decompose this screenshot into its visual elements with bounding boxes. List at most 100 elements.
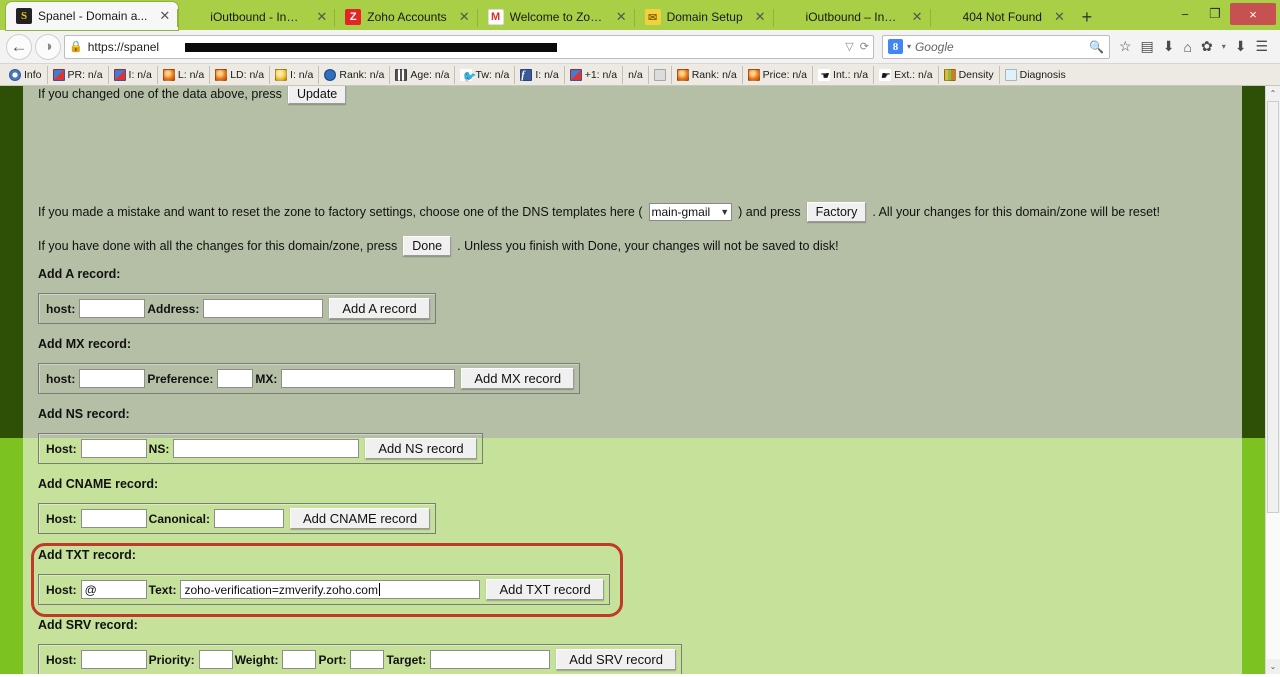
txt-text-value: zoho-verification=zmverify.zoho.com xyxy=(184,582,378,597)
seo-item-facebook[interactable]: f I: n/a xyxy=(515,65,565,84)
seo-item-index[interactable]: I: n/a xyxy=(109,65,158,84)
scrollbar-thumb[interactable] xyxy=(1267,101,1279,513)
seo-item-pr[interactable]: PR: n/a xyxy=(48,65,109,84)
back-button[interactable]: ← xyxy=(6,33,32,60)
cname-host-input[interactable] xyxy=(80,509,147,528)
seo-item-age[interactable]: Age: n/a xyxy=(390,65,456,84)
seo-item-plusone[interactable]: +1: n/a xyxy=(565,65,624,84)
factory-button[interactable]: Factory xyxy=(806,202,867,222)
mx-preference-input[interactable] xyxy=(217,369,254,388)
cname-canonical-input[interactable] xyxy=(214,509,285,528)
seo-item-links[interactable]: L: n/a xyxy=(158,65,211,84)
reader-icon[interactable]: ▤ xyxy=(1141,38,1154,55)
home-icon[interactable]: ⌂ xyxy=(1183,39,1191,55)
ns-host-input[interactable] xyxy=(80,439,147,458)
minimize-button[interactable]: − xyxy=(1170,1,1200,27)
seo-item-source[interactable] xyxy=(649,65,672,84)
tab-welcome-zoho[interactable]: M Welcome to Zoho!... ✕ xyxy=(476,4,635,30)
tab-close-icon[interactable]: ✕ xyxy=(610,9,627,25)
txt-host-input[interactable]: @ xyxy=(80,580,147,599)
txt-text-input[interactable]: zoho-verification=zmverify.zoho.com xyxy=(180,580,481,599)
maximize-restore-button[interactable]: ❐ xyxy=(1200,1,1230,27)
seo-item-density[interactable]: Density xyxy=(939,65,1000,84)
scrollbar-track[interactable] xyxy=(1266,513,1280,659)
seo-label: I: n/a xyxy=(535,68,559,81)
scroll-down-arrow-icon[interactable]: ⌄ xyxy=(1266,659,1280,674)
done-instruction-suffix: . Unless you finish with Done, your chan… xyxy=(457,239,839,253)
autocomplete-dropdown-icon[interactable]: ▽ xyxy=(845,40,853,53)
add-ns-record-button[interactable]: Add NS record xyxy=(365,438,477,459)
google-icon: 8 xyxy=(887,39,903,54)
srv-port-input[interactable] xyxy=(350,650,385,669)
tab-404-not-found[interactable]: 404 Not Found ✕ xyxy=(929,4,1073,30)
tab-close-icon[interactable]: ✕ xyxy=(906,9,923,25)
tab-close-icon[interactable]: ✕ xyxy=(310,9,327,25)
srv-weight-input[interactable] xyxy=(282,650,317,669)
star-icon[interactable]: ☆ xyxy=(1119,38,1132,55)
seo-item-twitter[interactable]: 🐦 Tw: n/a xyxy=(455,65,516,84)
factory-instruction-line: If you made a mistake and want to reset … xyxy=(38,202,1160,222)
tab-close-icon[interactable]: ✕ xyxy=(153,8,170,24)
address-bar[interactable]: 🔒 https://spanel ▽ ⟳ xyxy=(64,34,874,59)
green-arrow-icon[interactable]: ⬇ xyxy=(1235,38,1247,55)
add-srv-record-button[interactable]: Add SRV record xyxy=(556,649,676,670)
seo-item-na[interactable]: n/a xyxy=(623,65,649,84)
tab-zoho-accounts[interactable]: Z Zoho Accounts ✕ xyxy=(334,4,477,30)
seo-item-alexa-rank[interactable]: Rank: n/a xyxy=(319,65,391,84)
tab-spanel[interactable]: S Spanel - Domain a... ✕ xyxy=(6,2,179,30)
srv-host-input[interactable] xyxy=(80,650,147,669)
tab-ioutbound-1[interactable]: iOutbound - Indonesia... ✕ xyxy=(177,4,335,30)
mx-host-label: host: xyxy=(46,371,76,386)
tab-ioutbound-2[interactable]: iOutbound – Indonesia... ✕ xyxy=(772,4,931,30)
seo-item-internal-links[interactable]: ☚ Int.: n/a xyxy=(813,65,875,84)
dns-template-select[interactable]: main-gmail ▼ xyxy=(648,203,733,221)
forward-button[interactable]: ◑ xyxy=(35,33,61,60)
srv-host-label: Host: xyxy=(46,652,77,667)
mx-host-input[interactable] xyxy=(79,369,146,388)
reload-icon[interactable]: ⟳ xyxy=(860,40,869,53)
a-host-input[interactable] xyxy=(79,299,146,318)
redaction-bar xyxy=(185,42,557,52)
add-txt-record-button[interactable]: Add TXT record xyxy=(486,579,604,600)
ns-host-label: Host: xyxy=(46,441,77,456)
seo-item-index2[interactable]: I: n/a xyxy=(270,65,320,84)
orange-icon xyxy=(215,68,228,81)
new-tab-button[interactable]: + xyxy=(1073,4,1101,30)
seo-item-external-links[interactable]: ☛ Ext.: n/a xyxy=(874,65,939,84)
ns-value-input[interactable] xyxy=(173,439,360,458)
hamburger-menu-icon[interactable]: ☰ xyxy=(1255,38,1268,55)
search-input[interactable]: 8 ▾ Google 🔍 xyxy=(881,34,1110,59)
search-engine-caret-icon[interactable]: ▾ xyxy=(907,42,911,51)
tab-close-icon[interactable]: ✕ xyxy=(453,9,470,25)
seo-item-linkdomain[interactable]: LD: n/a xyxy=(210,65,271,84)
left-edge-band-bottom xyxy=(0,438,23,674)
dropdown-icon[interactable]: ▾ xyxy=(1222,42,1226,51)
close-window-button[interactable]: × xyxy=(1230,3,1276,25)
tab-close-icon[interactable]: ✕ xyxy=(749,9,766,25)
seo-item-info[interactable]: Info xyxy=(4,65,48,84)
tab-close-icon[interactable]: ✕ xyxy=(1048,9,1065,25)
srv-priority-input[interactable] xyxy=(198,650,233,669)
srv-target-input[interactable] xyxy=(430,650,551,669)
add-mx-record-button[interactable]: Add MX record xyxy=(461,368,575,389)
done-button-top[interactable]: Done xyxy=(403,236,452,256)
seo-item-price[interactable]: Price: n/a xyxy=(743,65,814,84)
cname-host-label: Host: xyxy=(46,511,77,526)
seo-item-diagnosis[interactable]: Diagnosis xyxy=(1000,66,1071,84)
tab-strip: S Spanel - Domain a... ✕ iOutbound - Ind… xyxy=(0,0,1280,30)
update-instruction-line: If you changed one of the data above, pr… xyxy=(38,86,347,104)
add-a-record-button[interactable]: Add A record xyxy=(329,298,430,319)
add-cname-record-button[interactable]: Add CNAME record xyxy=(290,508,431,529)
a-address-input[interactable] xyxy=(203,299,324,318)
seo-item-rank[interactable]: Rank: n/a xyxy=(672,65,743,84)
addon-icon[interactable]: ✿ xyxy=(1201,38,1213,55)
magnifier-icon[interactable]: 🔍 xyxy=(1089,40,1104,54)
page-scrollbar[interactable]: ⌃ ⌄ xyxy=(1265,86,1280,674)
tab-domain-setup[interactable]: ✉ Domain Setup ✕ xyxy=(633,4,774,30)
update-button[interactable]: Update xyxy=(287,86,347,104)
download-icon[interactable]: ⬇ xyxy=(1163,38,1175,55)
tab-title: Spanel - Domain a... xyxy=(38,9,148,23)
mx-value-input[interactable] xyxy=(281,369,456,388)
scroll-up-arrow-icon[interactable]: ⌃ xyxy=(1266,86,1280,101)
factory-instruction-prefix: If you made a mistake and want to reset … xyxy=(38,205,643,219)
